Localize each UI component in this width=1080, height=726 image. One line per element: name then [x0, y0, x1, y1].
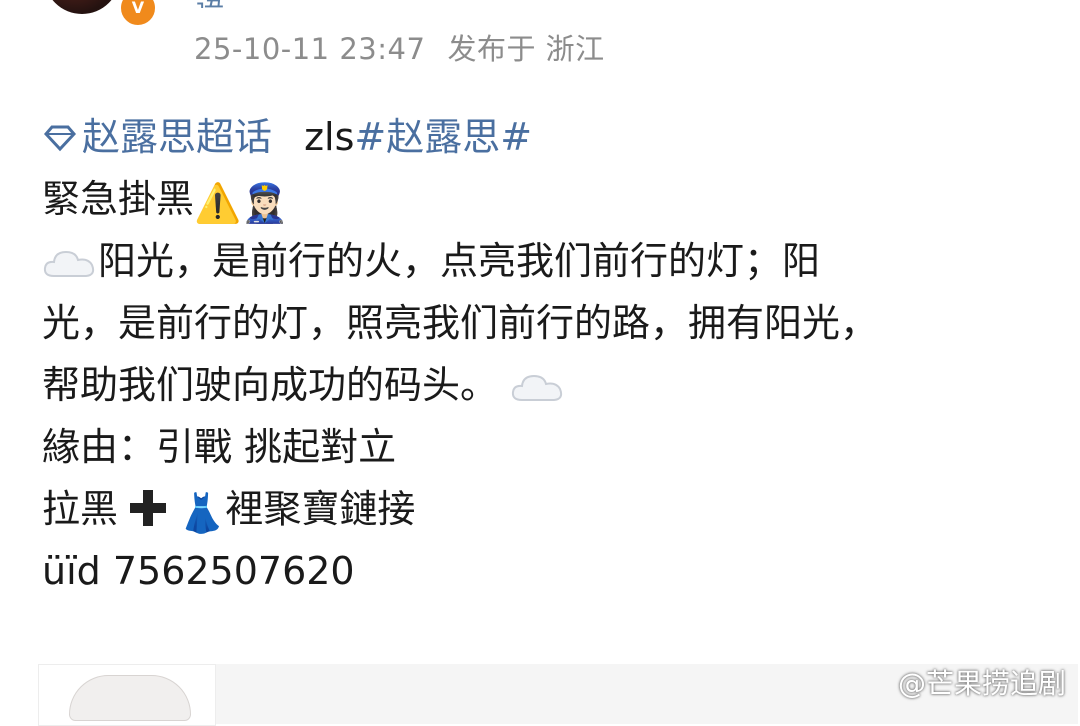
- reason-line: 緣由：引戰 挑起對立: [42, 416, 1042, 478]
- body-line-1: 阳光，是前行的火，点亮我们前行的灯；阳: [42, 230, 1042, 292]
- diamond-icon: [43, 125, 77, 152]
- block-prefix: 拉黑: [42, 487, 119, 531]
- post-content: 赵露思超话 zls#赵露思# 緊急掛黑⚠️👮🏻‍♀️ 阳光，是前行的火，点亮我们…: [42, 106, 1042, 602]
- super-topic-label: 赵露思超话: [82, 115, 273, 159]
- warning-icon: ⚠️: [194, 181, 242, 225]
- author-avatar[interactable]: [44, 0, 120, 14]
- plus-icon: [128, 488, 168, 528]
- hashtag-link[interactable]: #赵露思#: [354, 115, 532, 159]
- verified-badge-icon: V: [118, 0, 158, 28]
- cloud-icon: [43, 250, 95, 277]
- super-topic-link[interactable]: 赵露思超话: [42, 115, 272, 159]
- hat-image: [69, 675, 191, 721]
- block-line: 拉黑 👗裡聚寶鏈接: [42, 478, 1042, 540]
- reason-text: 緣由：引戰 挑起對立: [42, 425, 397, 469]
- author-name[interactable]: 语: [196, 0, 224, 8]
- body-text-2: 光，是前行的灯，照亮我们前行的路，拥有阳光，: [42, 301, 879, 345]
- body-text-3: 帮助我们驶向成功的码头。: [42, 363, 499, 407]
- police-officer-icon: 👮🏻‍♀️: [241, 181, 289, 225]
- block-suffix: 裡聚寶鏈接: [225, 487, 416, 531]
- body-text-1: 阳光，是前行的火，点亮我们前行的灯；阳: [98, 239, 821, 283]
- headline-text: 緊急掛黑: [42, 177, 195, 221]
- dress-icon: 👗: [178, 491, 226, 535]
- post-timestamp: 25-10-11 23:47: [194, 32, 426, 66]
- body-line-3: 帮助我们驶向成功的码头。: [42, 354, 1042, 416]
- body-line-2: 光，是前行的灯，照亮我们前行的路，拥有阳光，: [42, 292, 1042, 354]
- watermark: @芒果捞追剧: [897, 667, 1066, 700]
- cloud-icon: [511, 374, 563, 401]
- topic-line: 赵露思超话 zls#赵露思#: [42, 106, 1042, 168]
- uid-text: üïd 7562507620: [42, 549, 355, 593]
- headline-line: 緊急掛黑⚠️👮🏻‍♀️: [42, 168, 1042, 230]
- post-prefix: zls: [304, 115, 355, 159]
- uid-line: üïd 7562507620: [42, 540, 1042, 602]
- post-meta: 25-10-11 23:47 发布于 浙江: [194, 26, 605, 68]
- post-location: 发布于 浙江: [447, 32, 605, 66]
- card-thumbnail: [38, 664, 216, 726]
